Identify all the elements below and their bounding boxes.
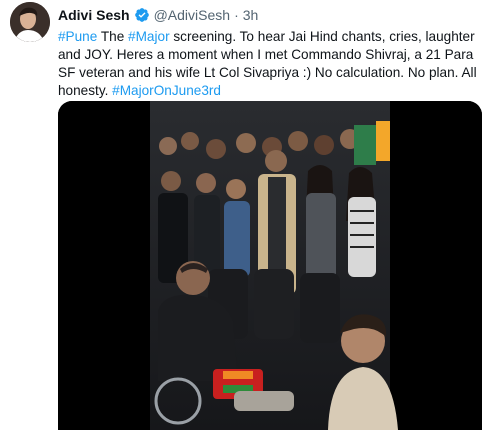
tweet-text: #Pune The #Major screening. To hear Jai …: [58, 28, 488, 100]
tweet-card[interactable]: Adivi Sesh @AdiviSesh · 3h #Pune The #Ma…: [0, 0, 500, 430]
hashtag-pune[interactable]: #Pune: [58, 29, 97, 44]
hashtag-majoronjune3rd[interactable]: #MajorOnJune3rd: [112, 83, 221, 98]
avatar[interactable]: [10, 2, 50, 42]
author-name[interactable]: Adivi Sesh: [58, 7, 130, 23]
tweet-timestamp[interactable]: 3h: [243, 7, 259, 23]
author-handle[interactable]: @AdiviSesh: [154, 7, 230, 23]
tweet-header: Adivi Sesh @AdiviSesh · 3h: [58, 6, 258, 24]
separator-dot: ·: [234, 7, 239, 23]
hashtag-major[interactable]: #Major: [128, 29, 170, 44]
verified-badge-icon: [134, 7, 150, 23]
tweet-video[interactable]: [58, 101, 482, 430]
tweet-text-segment: The: [97, 29, 129, 44]
